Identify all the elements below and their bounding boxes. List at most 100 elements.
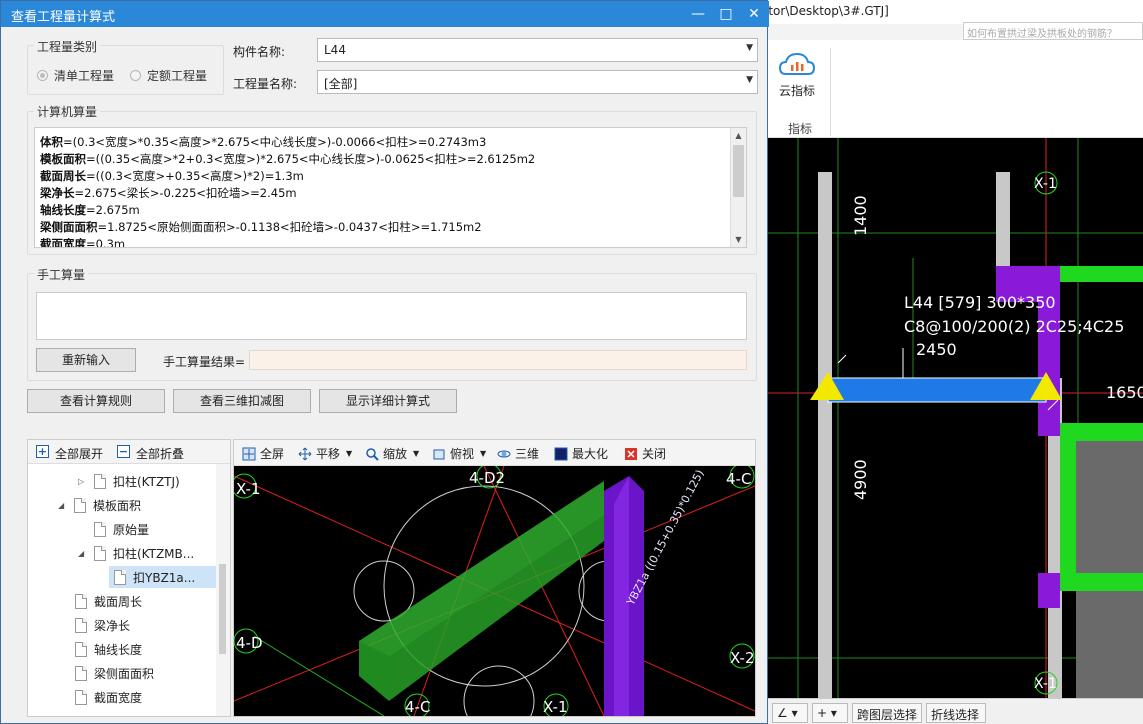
tree-node[interactable]: ▷ 扣柱(KTZTJ) [78,470,180,492]
scroll-thumb[interactable] [733,145,744,197]
tree-node-selected[interactable]: 扣YBZ1a... [109,566,216,588]
view-3d-deduction-button[interactable]: 查看三维扣减图 [173,389,311,413]
cloud-index-button[interactable]: 云指标 [772,48,822,103]
tree-node[interactable]: 原始量 [94,518,149,540]
tree-node[interactable]: 梁侧面面积 [75,662,154,684]
polyline-select-button[interactable]: 折线选择 [926,703,986,723]
formula-text-area[interactable]: 体积=(0.3<宽度>*0.35<高度>*2.675<中心线长度>)-0.006… [34,127,747,248]
axis-label-4d: 4-D [236,634,263,652]
add-point-button[interactable]: + ▾ [812,703,848,723]
deduction-3d-viewer[interactable]: 全屏 平移 ▼ 缩放 ▼ 俯视 ▼ 三维 最大化 关闭 X-1 4-D2 4-C… [233,439,756,717]
fullscreen-icon [242,447,256,460]
collapse-all-button[interactable]: − 全部折叠 [117,440,207,464]
component-name-label: 构件名称: [233,45,286,59]
help-search-input[interactable]: 如何布置拱过梁及拱板处的钢筋？ [963,22,1143,40]
axis-label-4d2: 4-D2 [469,469,505,487]
close-red-icon [625,447,637,460]
app-title-path: ator\Desktop\3#.GTJ] [761,4,889,18]
expand-arrow-icon: ▷ [78,476,85,486]
axis-label-4c-right: 4-C [726,470,751,488]
tree-node[interactable]: 截面宽度 [75,686,142,708]
document-icon [75,689,87,705]
close-view-button[interactable]: 关闭 [624,445,666,462]
quantity-name-value: [全部] [324,77,358,91]
orbit-3d-icon [497,450,511,457]
component-name-value: L44 [324,43,346,57]
tree-node[interactable]: 轴线长度 [75,638,142,660]
tree-toolbar: + 全部展开 − 全部折叠 [28,440,230,464]
collapse-arrow-icon: ◢ [78,548,85,558]
viewer-toolbar: 全屏 平移 ▼ 缩放 ▼ 俯视 ▼ 三维 最大化 关闭 [234,440,755,466]
cad-dim-1400: 1400 [851,195,870,236]
radio-quota-quantity-label: 定额工程量 [147,69,208,83]
cad-axis-label-bottom: X-1 [1034,676,1057,692]
cad-beam-label-1: L44 [579] 300*350 [904,293,1056,312]
quantity-name-label: 工程量名称: [233,77,298,91]
pan-arrows-icon [298,447,312,460]
3d-scene: X-1 4-D2 4-C 4-D X-2 4-C X-1 YBZ1a ((0.1… [234,466,755,716]
document-icon [114,569,126,585]
dialog-title: 查看工程量计算式 [11,10,116,25]
cad-beam-label-2: C8@100/200(2) 2C25;4C25 [904,317,1124,336]
chevron-down-icon: ▼ [480,449,487,458]
fullscreen-button[interactable]: 全屏 [242,445,284,462]
minimize-icon[interactable]: — [687,4,709,24]
document-icon [94,545,106,561]
chevron-down-icon: ▼ [746,75,753,85]
quantity-type-group-label: 工程量类别 [34,38,101,55]
manual-input-area[interactable] [36,292,747,340]
axis-label-x1-top: X-1 [236,480,261,498]
cad-drawing-area[interactable]: X-1 X-1 1400 4900 1650 L44 [579] 300*350… [768,138,1143,698]
view-rules-button[interactable]: 查看计算规则 [27,389,165,413]
radio-dot [130,70,141,81]
document-icon [75,593,87,609]
formula-line: 模板面积=((0.35<高度>*2+0.3<宽度>)*2.675<中心线长度>)… [40,152,536,166]
dialog-titlebar: 查看工程量计算式 — □ ✕ [1,1,769,27]
tree-scrollbar[interactable] [216,464,230,716]
collapse-arrow-icon: ◢ [58,500,65,510]
zoom-button[interactable]: 缩放 ▼ [365,445,419,462]
top-view-button[interactable]: 俯视 ▼ [432,445,486,462]
radio-quota-quantity[interactable]: 定额工程量 [130,67,207,84]
reinput-button[interactable]: 重新输入 [36,348,136,372]
radio-bill-quantity[interactable]: 清单工程量 [37,67,114,84]
document-icon [75,665,87,681]
document-icon [94,521,106,537]
tree-node[interactable]: 梁净长 [75,614,130,636]
cad-canvas: X-1 X-1 1400 4900 1650 L44 [579] 300*350… [768,138,1143,698]
formula-line: 轴线长度=2.675m [40,203,140,217]
document-icon [74,497,86,513]
component-name-select[interactable]: L44 ▼ [317,38,758,62]
axis-label-4c-bottom: 4-C [405,698,430,716]
magnifier-icon [366,447,379,461]
show-detail-formula-button[interactable]: 显示详细计算式 [319,389,457,413]
expand-all-label: 全部展开 [55,447,104,461]
quantity-name-select[interactable]: [全部] ▼ [317,70,758,94]
expand-all-button[interactable]: + 全部展开 [36,440,116,464]
formula-scrollbar[interactable]: ▲ ▼ [730,128,746,247]
tree-node[interactable]: ◢ 扣柱(KTZMB... [78,542,194,564]
scroll-down-icon[interactable]: ▼ [731,232,746,247]
cloud-index-label: 云指标 [778,84,815,98]
document-icon [94,473,106,489]
chevron-down-icon: ▼ [413,449,420,458]
cross-layer-select-button[interactable]: 跨图层选择 [852,703,922,723]
tree-node[interactable]: 截面周长 [75,590,142,612]
ribbon-group-label: 指标 [787,122,812,136]
scroll-up-icon[interactable]: ▲ [731,128,746,143]
cad-beam-label-3: 2450 [916,340,957,359]
tree-node[interactable]: ◢ 模板面积 [58,494,141,516]
pan-button[interactable]: 平移 ▼ [298,445,352,462]
radio-dot [37,70,48,81]
maximize-icon[interactable]: □ [715,4,737,24]
angle-tool-button[interactable]: ∠ ▾ [772,703,808,723]
status-toolbar: ∠ ▾ + ▾ 跨图层选择 折线选择 [768,698,1143,724]
3d-view-button[interactable]: 三维 [497,445,539,462]
document-icon [75,617,87,633]
maximize-view-button[interactable]: 最大化 [554,445,608,462]
manual-calc-group-label: 手工算量 [34,266,89,283]
close-icon[interactable]: ✕ [743,4,765,24]
radio-bill-quantity-label: 清单工程量 [54,69,115,83]
formula-line: 截面周长=((0.3<宽度>+0.35<高度>)*2)=1.3m [40,169,304,183]
tree-scroll-thumb[interactable] [219,564,226,654]
